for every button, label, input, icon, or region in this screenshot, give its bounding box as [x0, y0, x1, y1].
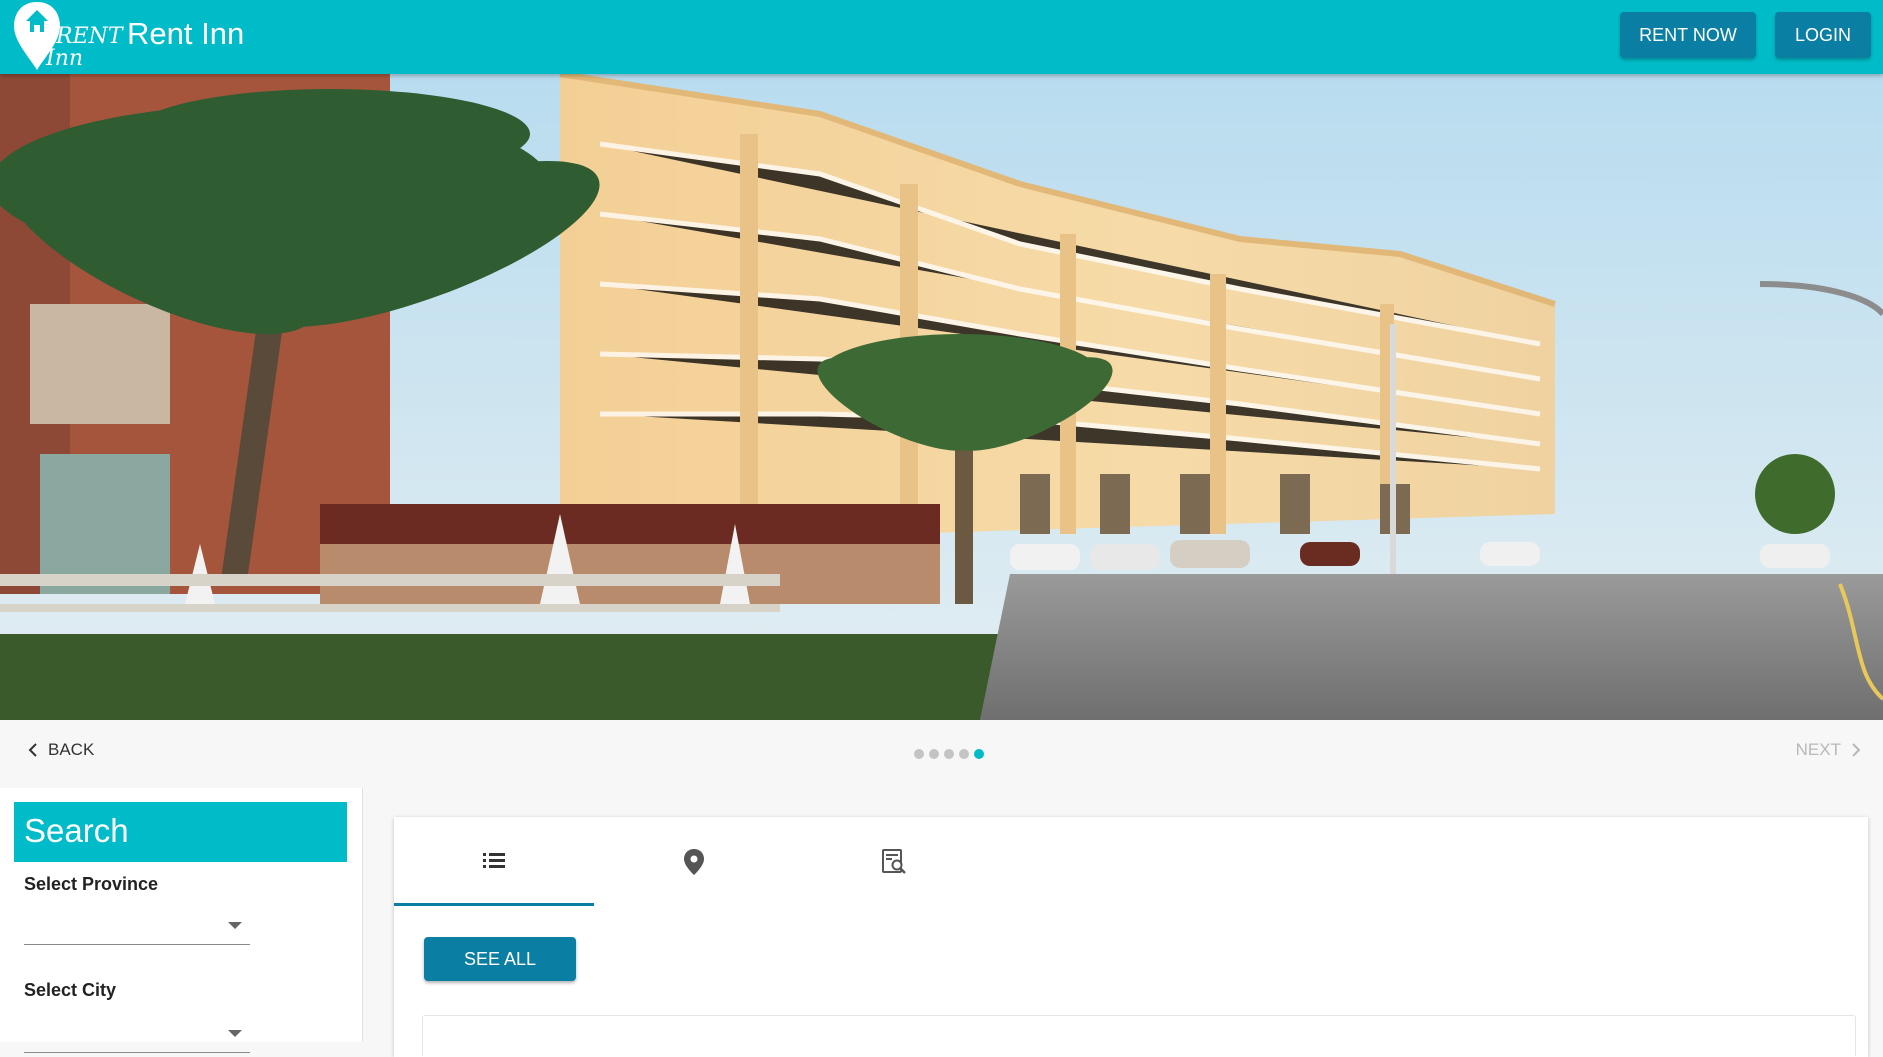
chevron-right-icon [1852, 743, 1861, 757]
step-dot-active[interactable] [974, 749, 984, 759]
results-card: SEE ALL [394, 817, 1868, 1057]
tab-list-view[interactable] [394, 817, 594, 906]
tab-search-view[interactable] [794, 817, 994, 906]
search-panel: Search Select Province Select City [0, 788, 363, 1053]
carousel-stepper: BACK NEXT [0, 720, 1883, 788]
logo-text-inn: Inn [46, 46, 84, 71]
province-label: Select Province [24, 874, 159, 894]
rent-inn-logo[interactable]: RENT Inn [10, 0, 123, 72]
province-select[interactable] [24, 908, 250, 945]
results-list [422, 1015, 1856, 1056]
app-title: Rent Inn [127, 16, 245, 51]
login-button[interactable]: LOGIN [1775, 12, 1871, 58]
search-title: Search [14, 802, 347, 862]
hotel-building-photo [0, 74, 1883, 720]
tab-map-view[interactable] [594, 817, 794, 906]
see-all-button[interactable]: SEE ALL [424, 937, 576, 981]
back-label: BACK [48, 740, 95, 759]
city-select[interactable] [24, 1016, 250, 1053]
hero-carousel-image [0, 74, 1883, 720]
step-dot[interactable] [929, 749, 939, 759]
step-dot[interactable] [959, 749, 969, 759]
location-pin-icon [684, 848, 704, 875]
app-bar: RENT Inn Rent Inn RENT NOW LOGIN [0, 0, 1883, 74]
city-label: Select City [24, 980, 117, 1000]
back-button[interactable]: BACK [26, 740, 94, 760]
rent-now-button[interactable]: RENT NOW [1620, 12, 1756, 58]
step-dots [914, 749, 984, 759]
list-icon [483, 853, 505, 868]
next-label: NEXT [1795, 740, 1841, 759]
caret-down-icon [228, 922, 242, 929]
step-dot[interactable] [914, 749, 924, 759]
caret-down-icon [228, 1030, 242, 1037]
step-dot[interactable] [944, 749, 954, 759]
chevron-left-icon [28, 743, 37, 757]
next-button[interactable]: NEXT [1796, 740, 1863, 760]
search-document-icon [882, 848, 906, 874]
